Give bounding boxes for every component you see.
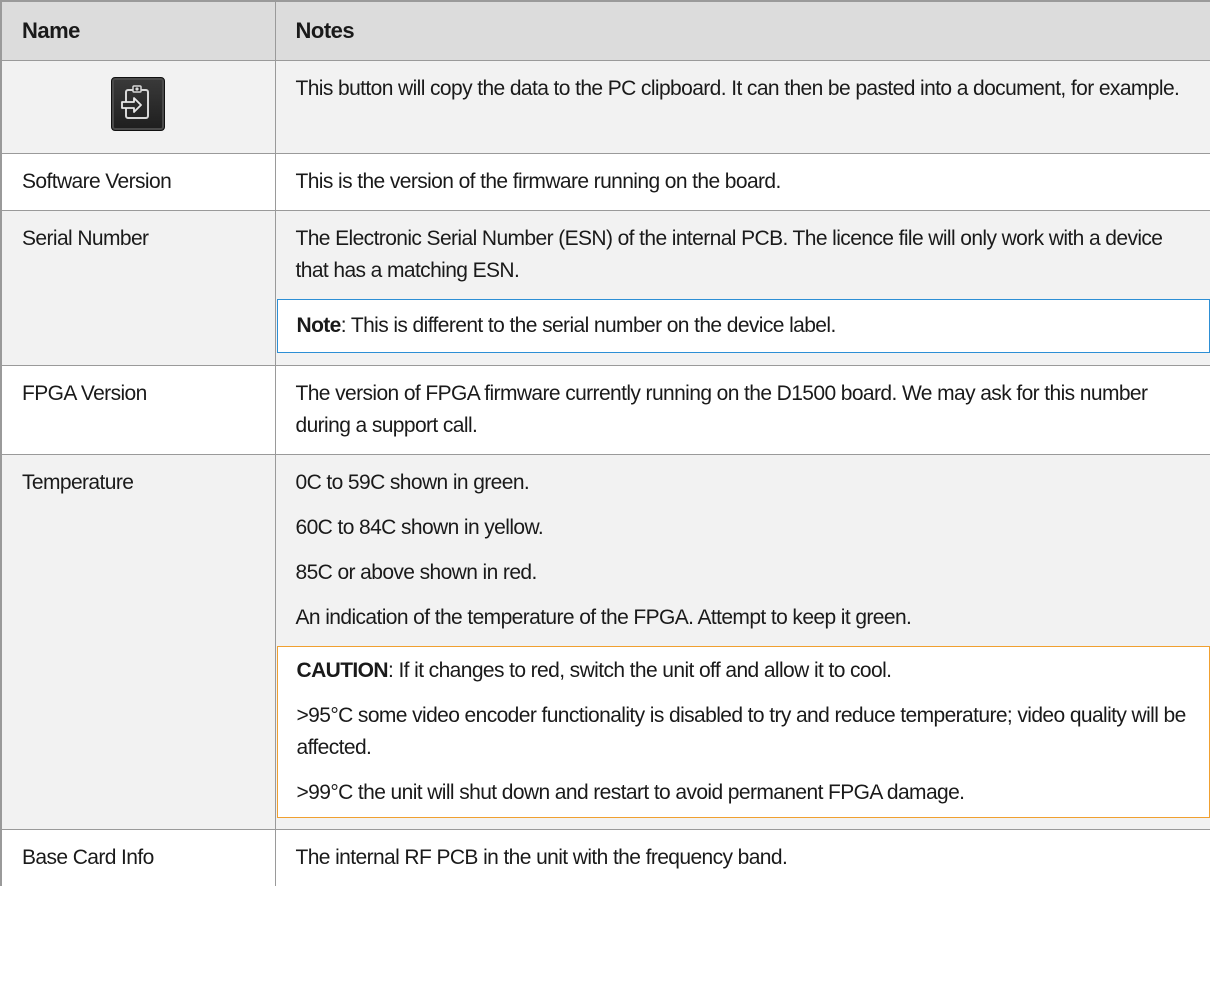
table-row-copy-button: This button will copy the data to the PC… — [0, 60, 1210, 154]
caution-text: : If it changes to red, switch the unit … — [387, 659, 892, 682]
base-card-info-label: Base Card Info — [0, 829, 276, 886]
table-header-row: Name Notes — [0, 0, 1210, 61]
software-version-note: This is the version of the firmware runn… — [275, 153, 1210, 211]
caution-label: CAUTION — [296, 659, 389, 682]
temperature-yellow-range: 60C to 84C shown in yellow. — [295, 516, 544, 539]
table-row-temperature: Temperature 0C to 59C shown in green. 60… — [0, 454, 1210, 830]
note-label: Note — [296, 314, 342, 337]
caution-95c-text: >95°C some video encoder functionality i… — [296, 704, 1187, 759]
table-row-software-version: Software Version This is the version of … — [0, 153, 1210, 211]
temperature-green-range: 0C to 59C shown in green. — [295, 471, 530, 494]
table-row-base-card-info: Base Card Info The internal RF PCB in th… — [0, 829, 1210, 886]
temperature-red-range: 85C or above shown in red. — [295, 561, 538, 584]
copy-button-cell — [0, 60, 276, 154]
caution-99c-text: >99°C the unit will shut down and restar… — [296, 781, 966, 804]
clipboard-copy-icon[interactable] — [111, 77, 166, 131]
note-text: : This is different to the serial number… — [340, 314, 837, 337]
table-row-serial-number: Serial Number The Electronic Serial Numb… — [0, 210, 1210, 366]
copy-button-note: This button will copy the data to the PC… — [275, 60, 1210, 154]
column-header-name: Name — [0, 0, 276, 61]
settings-reference-table: Name Notes This button will copy the dat… — [0, 0, 1210, 886]
note-callout: Note: This is different to the serial nu… — [276, 299, 1210, 353]
temperature-label: Temperature — [0, 454, 276, 830]
table-row-fpga-version: FPGA Version The version of FPGA firmwar… — [0, 365, 1210, 455]
software-version-label: Software Version — [0, 153, 276, 211]
fpga-version-note: The version of FPGA firmware currently r… — [275, 365, 1210, 455]
temperature-description: An indication of the temperature of the … — [295, 606, 912, 629]
serial-number-note: The Electronic Serial Number (ESN) of th… — [275, 210, 1210, 366]
copy-button-description: This button will copy the data to the PC… — [295, 77, 1180, 100]
serial-number-description: The Electronic Serial Number (ESN) of th… — [295, 227, 1163, 282]
caution-callout: CAUTION: If it changes to red, switch th… — [276, 646, 1210, 818]
fpga-version-label: FPGA Version — [0, 365, 276, 455]
temperature-note: 0C to 59C shown in green. 60C to 84C sho… — [275, 454, 1210, 830]
column-header-notes: Notes — [275, 0, 1210, 61]
serial-number-label: Serial Number — [0, 210, 276, 366]
base-card-info-note: The internal RF PCB in the unit with the… — [275, 829, 1210, 886]
